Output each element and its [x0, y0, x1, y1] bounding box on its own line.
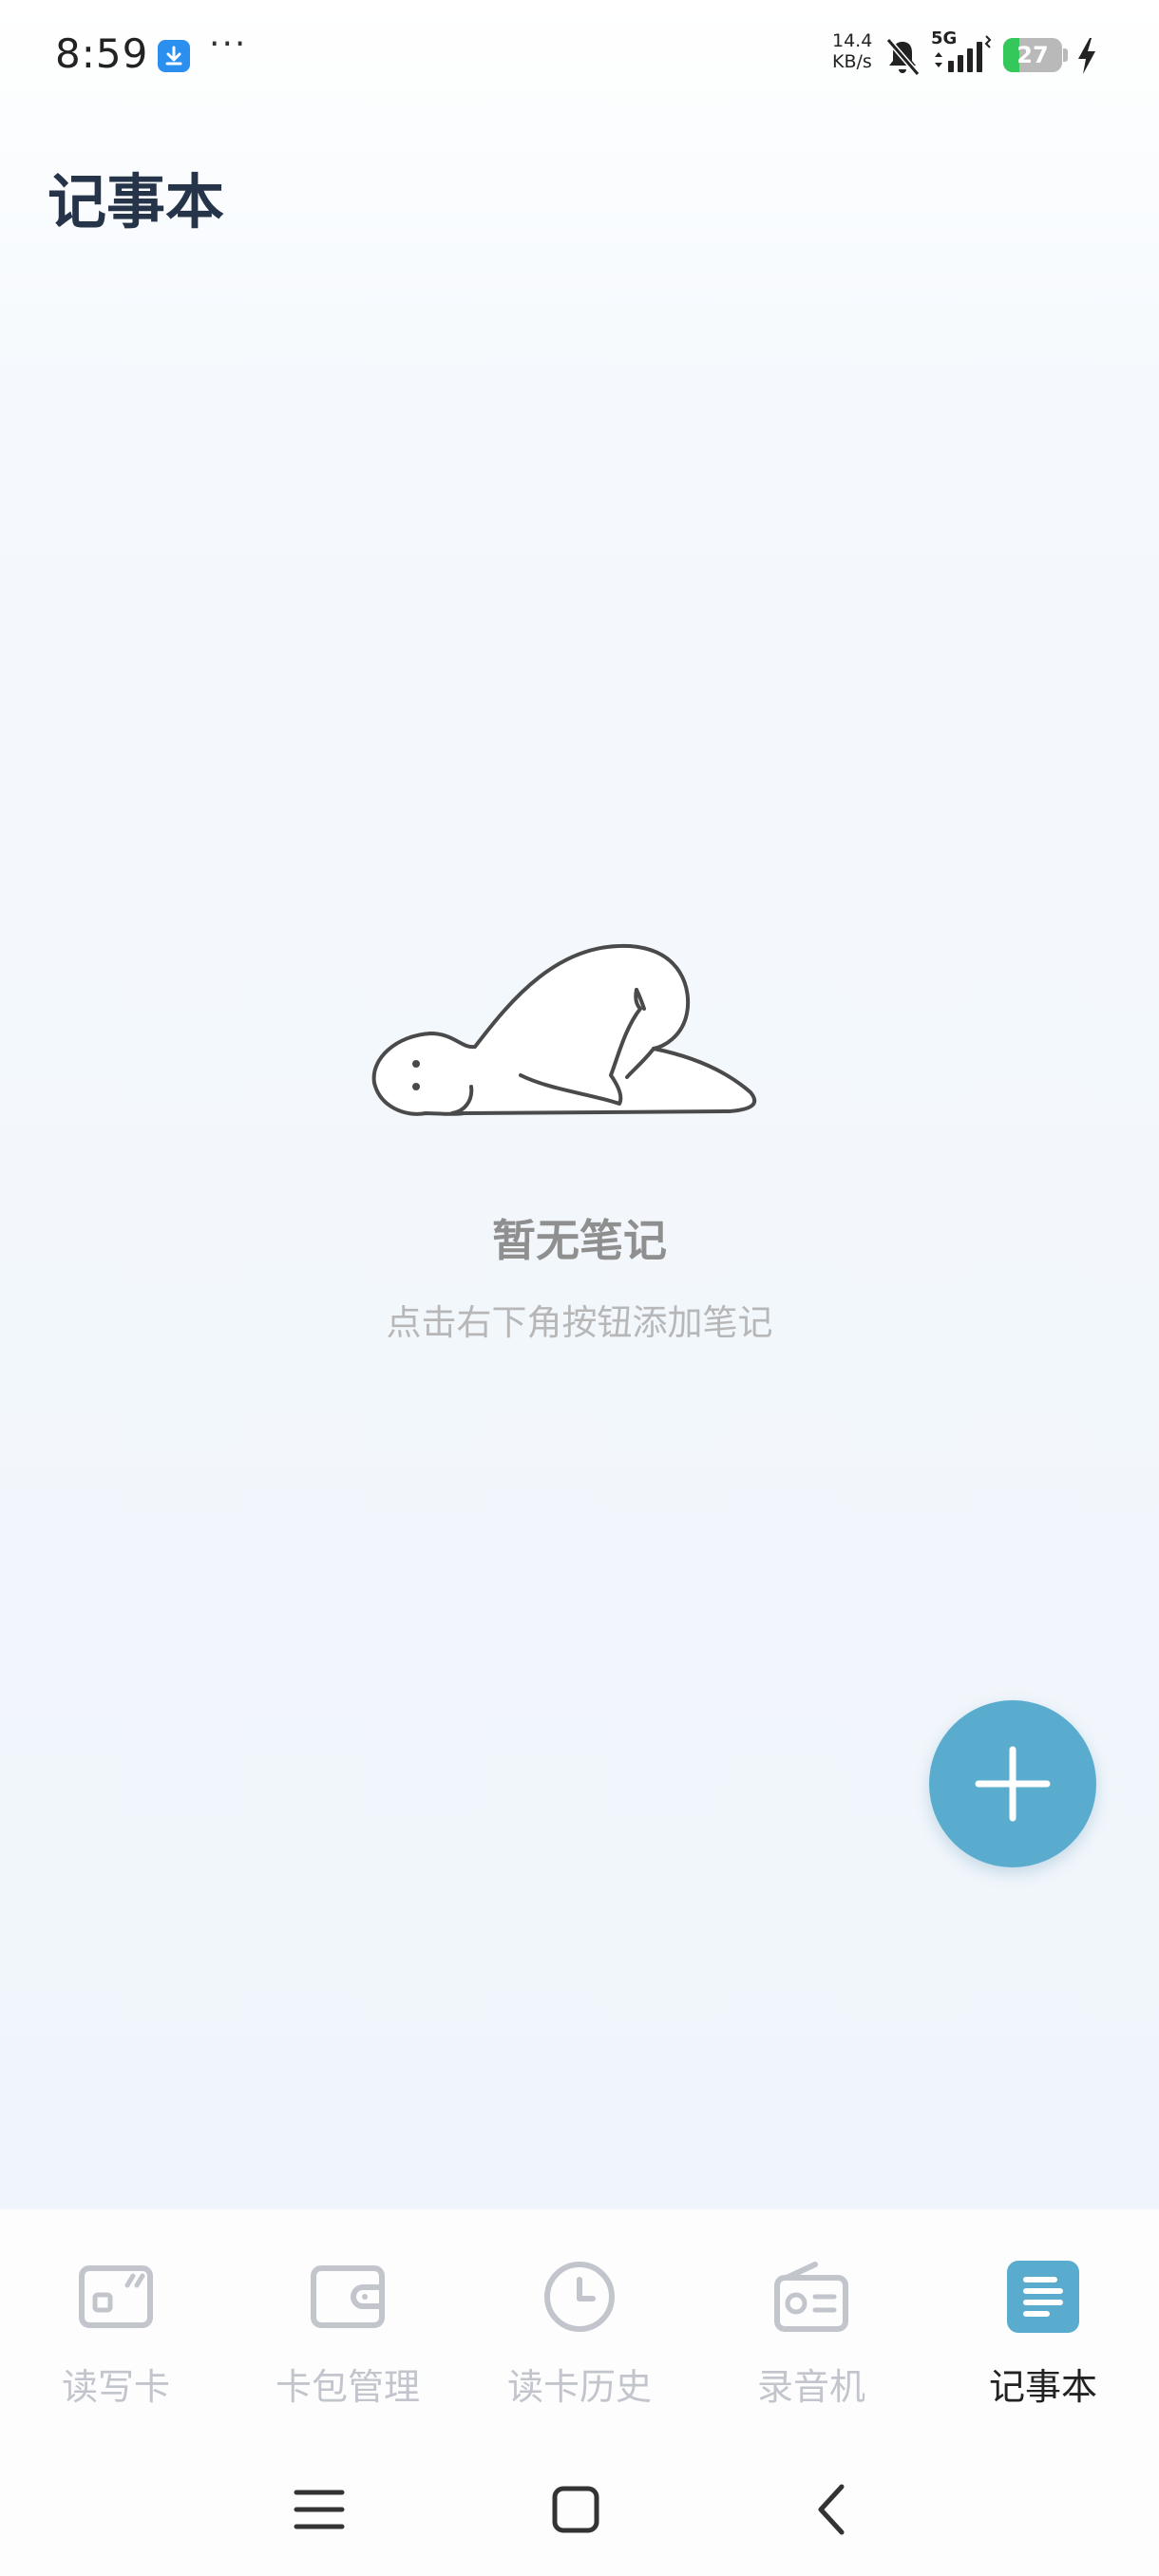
download-icon [158, 40, 190, 72]
tab-label: 卡包管理 [275, 2366, 420, 2408]
status-time: 8:59 [55, 30, 149, 77]
tab-read-write-card[interactable]: 读写卡 [0, 2209, 232, 2437]
menu-icon[interactable] [281, 2472, 357, 2548]
notepad-icon [1007, 2261, 1079, 2333]
home-icon[interactable] [538, 2472, 614, 2548]
battery-level: 27 [1016, 42, 1049, 68]
tab-recorder[interactable]: 录音机 [695, 2209, 927, 2437]
status-bar: 8:59 ··· 14.4 KB/s 5G 27 [0, 0, 1159, 114]
empty-state-hint: 点击右下角按钮添加笔记 [386, 1302, 773, 1343]
card-read-write-icon [79, 2265, 153, 2328]
tab-label: 录音机 [756, 2366, 865, 2408]
tab-wallet-management[interactable]: 卡包管理 [232, 2209, 464, 2437]
more-notifications-icon: ··· [209, 25, 248, 64]
tab-label: 读卡历史 [506, 2366, 652, 2408]
system-navigation-bar [0, 2437, 1159, 2576]
page-title: 记事本 [48, 167, 225, 237]
network-speed: 14.4 KB/s [832, 30, 872, 72]
wallet-icon [311, 2265, 385, 2328]
signal-icon [935, 35, 992, 72]
tab-label: 读写卡 [61, 2366, 170, 2408]
radio-icon [774, 2262, 848, 2332]
tab-label: 记事本 [988, 2366, 1097, 2408]
charging-icon [1078, 38, 1095, 74]
back-icon[interactable] [794, 2472, 870, 2548]
plus-icon [975, 1746, 1051, 1822]
tab-notepad[interactable]: 记事本 [927, 2209, 1159, 2437]
empty-state-title: 暂无笔记 [492, 1215, 667, 1266]
bottom-navigation: 读写卡 卡包管理 读卡历史 录音机 记事本 [0, 2209, 1159, 2437]
kneeling-figure-illustration [371, 943, 757, 1116]
tab-read-history[interactable]: 读卡历史 [464, 2209, 695, 2437]
mute-icon [885, 38, 921, 76]
network-speed-value: 14.4 [832, 30, 873, 51]
clock-icon [544, 2262, 615, 2332]
add-note-button[interactable] [929, 1700, 1096, 1867]
network-speed-unit: KB/s [832, 51, 872, 72]
battery-icon: 27 [1003, 38, 1068, 72]
